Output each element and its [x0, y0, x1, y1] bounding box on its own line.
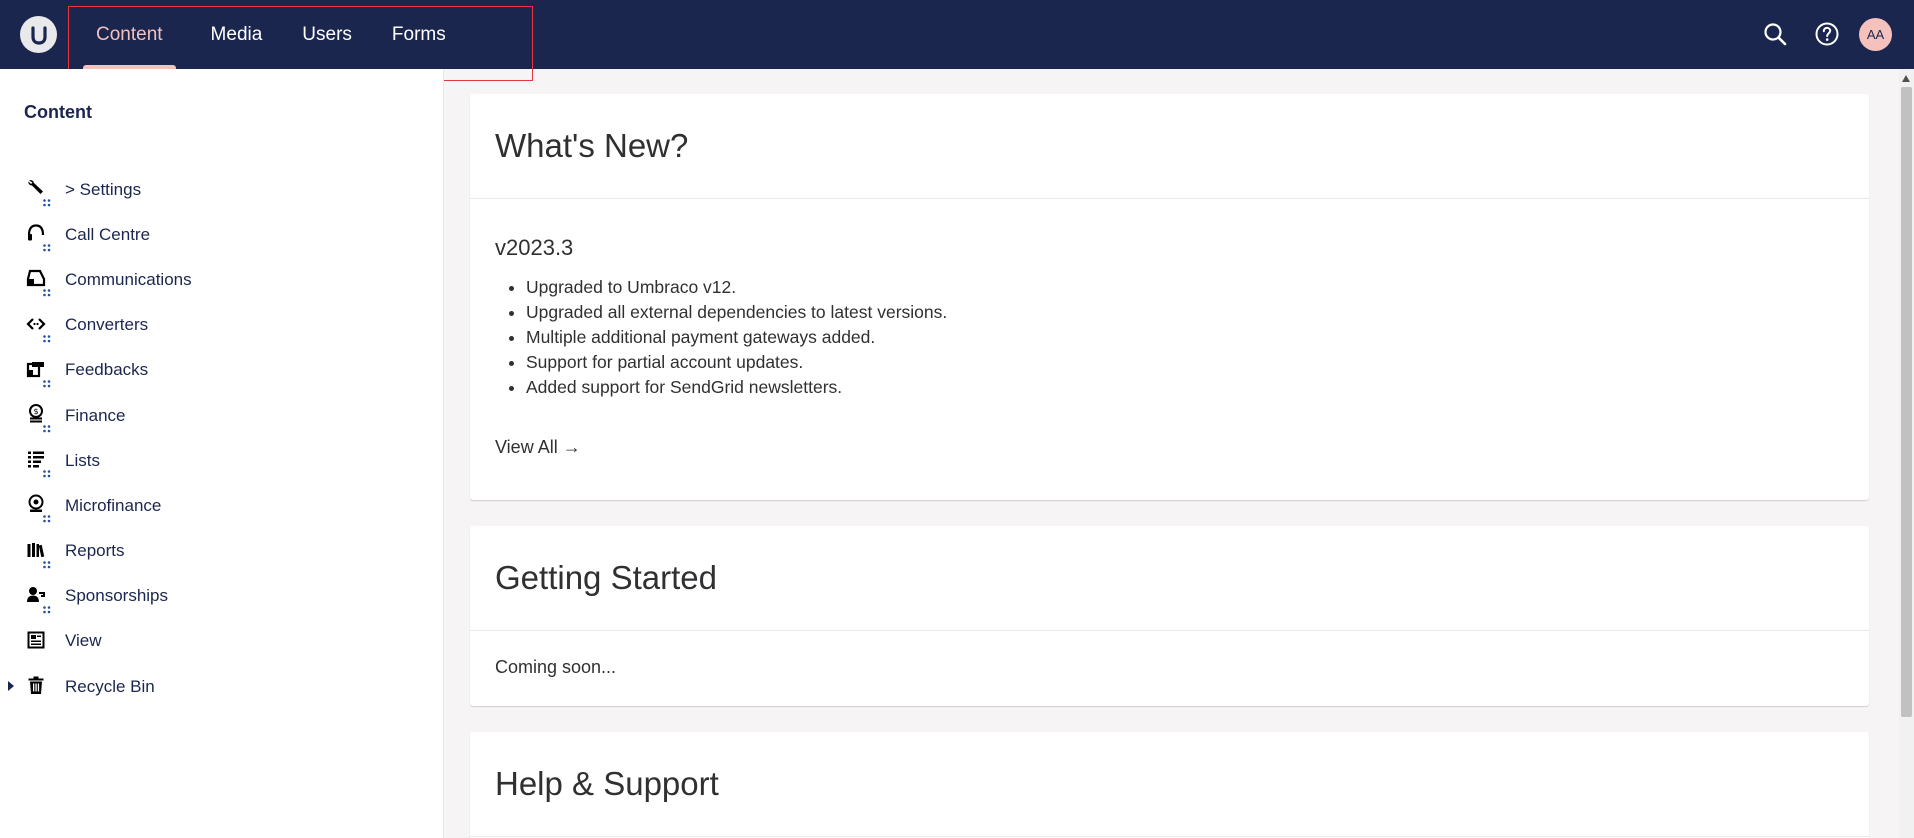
tree-item-feedbacks[interactable]: Feedbacks	[0, 348, 444, 393]
section-tab-content[interactable]: Content	[68, 0, 191, 69]
user-avatar[interactable]: AA	[1859, 18, 1892, 51]
search-icon	[1764, 23, 1787, 46]
section-tab-label: Forms	[391, 23, 446, 45]
section-tab-label: Content	[96, 23, 163, 45]
vertical-scrollbar[interactable]	[1899, 69, 1914, 838]
child-nodes-icon	[43, 192, 51, 207]
tree-item-settings[interactable]: > Settings	[0, 167, 444, 212]
child-nodes-icon	[43, 508, 51, 523]
child-nodes-icon	[43, 373, 51, 388]
whats-new-card: What's New? v2023.3 Upgraded to Umbraco …	[470, 94, 1869, 500]
help-support-card: Help & Support	[470, 732, 1869, 838]
tree-item-label: Call Centre	[65, 224, 151, 244]
tree-item-microfinance[interactable]: Microfinance	[0, 483, 444, 528]
changelog-item: Multiple additional payment gateways add…	[526, 325, 1844, 350]
content-tree-sidebar: Content > Settings Call Centre Communica…	[0, 69, 444, 838]
child-nodes-icon	[43, 237, 51, 252]
changelog-item: Added support for SendGrid newsletters.	[526, 375, 1844, 400]
child-nodes-icon	[43, 418, 51, 433]
section-tab-label: Media	[210, 23, 263, 45]
changelog-list: Upgraded to Umbraco v12. Upgraded all ex…	[495, 275, 1844, 400]
coming-soon-text: Coming soon...	[495, 657, 617, 677]
tree-item-label: Microfinance	[65, 495, 162, 515]
card-title: Help & Support	[495, 765, 719, 802]
card-header: Getting Started	[470, 526, 1869, 631]
tree-item-recycle-bin[interactable]: Recycle Bin	[0, 664, 444, 709]
scroll-up-arrow-icon[interactable]	[1902, 75, 1910, 82]
scrollbar-thumb[interactable]	[1901, 87, 1912, 717]
tree-item-label: Reports	[65, 541, 125, 561]
changelog-item: Upgraded to Umbraco v12.	[526, 275, 1844, 300]
child-nodes-icon	[43, 328, 51, 342]
tree-item-call-centre[interactable]: Call Centre	[0, 212, 444, 257]
tree-item-label: Communications	[65, 269, 192, 289]
top-navigation-bar: Content Media Users Forms AA	[0, 0, 1914, 81]
card-body: v2023.3 Upgraded to Umbraco v12. Upgrade…	[470, 235, 1869, 458]
changelog-item: Support for partial account updates.	[526, 350, 1844, 375]
section-tab-media[interactable]: Media	[191, 0, 283, 69]
tree-item-view[interactable]: View	[0, 619, 444, 664]
search-button[interactable]	[1761, 20, 1789, 48]
umbraco-logo-icon	[30, 25, 47, 45]
section-tab-forms[interactable]: Forms	[372, 0, 466, 69]
child-nodes-icon	[43, 463, 51, 478]
tree-item-reports[interactable]: Reports	[0, 529, 444, 574]
tree-item-label: > Settings	[65, 179, 142, 199]
section-navigation: Content Media Users Forms	[68, 0, 466, 69]
version-heading: v2023.3	[495, 235, 574, 260]
umbraco-logo[interactable]	[20, 16, 57, 53]
tree-item-label: Sponsorships	[65, 586, 169, 606]
child-nodes-icon	[43, 554, 51, 568]
card-header: What's New?	[470, 94, 1869, 199]
changelog-item: Upgraded all external dependencies to la…	[526, 300, 1844, 325]
card-title: What's New?	[495, 127, 689, 164]
section-tab-label: Users	[302, 23, 352, 45]
section-tab-users[interactable]: Users	[282, 0, 372, 69]
svg-text:$: $	[34, 407, 39, 416]
tree-item-converters[interactable]: Converters	[0, 303, 444, 348]
content-tree: > Settings Call Centre Communications Co…	[0, 167, 444, 709]
tree-item-label: Recycle Bin	[65, 676, 155, 696]
child-nodes-icon	[43, 282, 51, 297]
card-title: Getting Started	[495, 559, 717, 596]
tree-item-sponsorships[interactable]: Sponsorships	[0, 574, 444, 619]
tree-item-communications[interactable]: Communications	[0, 257, 444, 302]
tree-item-label: View	[65, 631, 102, 651]
help-button[interactable]	[1813, 20, 1841, 48]
trash-icon	[26, 675, 46, 695]
newspaper-icon	[26, 630, 46, 650]
tree-item-lists[interactable]: Lists	[0, 438, 444, 483]
child-nodes-icon	[43, 599, 51, 613]
tree-item-finance[interactable]: $ Finance	[0, 393, 444, 438]
card-header: Help & Support	[470, 732, 1869, 837]
getting-started-card: Getting Started Coming soon...	[470, 526, 1869, 706]
tree-item-label: Lists	[65, 450, 100, 470]
help-icon	[1815, 22, 1839, 46]
tree-item-label: Feedbacks	[65, 360, 149, 380]
dashboard-main: What's New? v2023.3 Upgraded to Umbraco …	[445, 69, 1899, 838]
tree-item-label: Converters	[65, 315, 149, 335]
view-all-link[interactable]: View All →	[495, 437, 581, 458]
tree-item-label: Finance	[65, 405, 126, 425]
tree-title: Content	[24, 102, 92, 122]
expand-caret-icon[interactable]	[8, 681, 14, 692]
card-body: Coming soon...	[470, 631, 1869, 678]
